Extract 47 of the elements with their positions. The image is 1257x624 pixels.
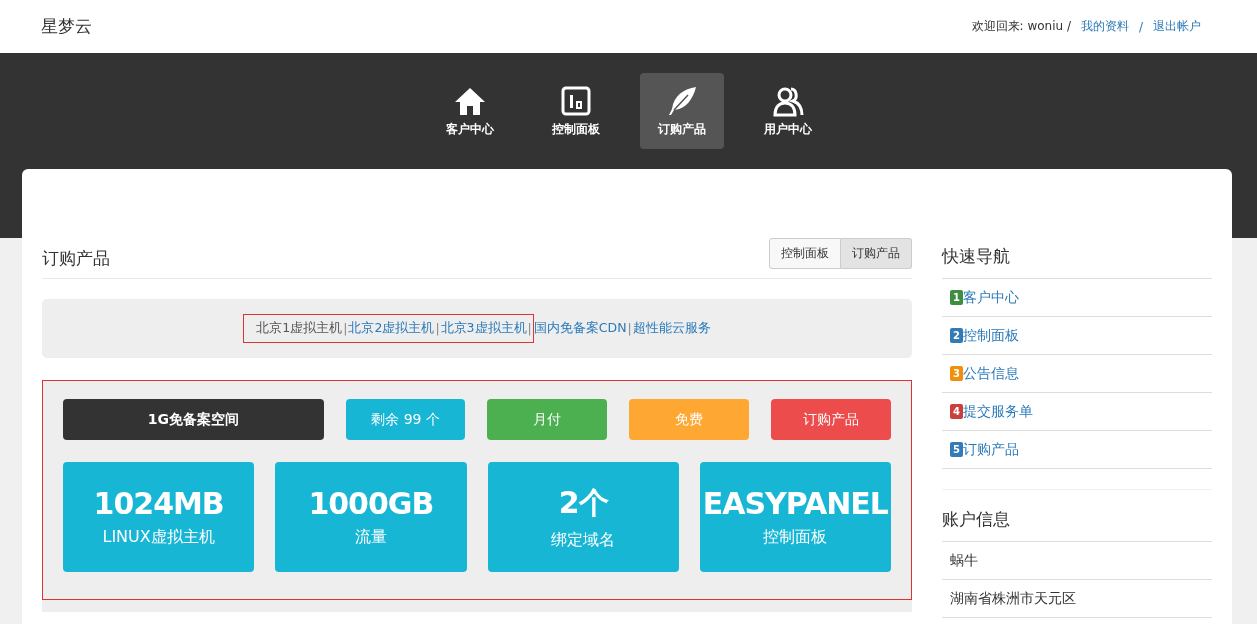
product-tag[interactable]: 1G免备案空间 (63, 399, 324, 440)
nav-tab[interactable]: 客户中心 (427, 73, 512, 149)
separator-text: | (343, 321, 348, 336)
segment-button[interactable]: 订购产品 (841, 238, 912, 269)
account-info-text: 蜗牛 (950, 551, 978, 570)
tile-value: 2个 (558, 484, 608, 522)
sidebar-title: 账户信息 (942, 500, 1212, 542)
welcome-text: 欢迎回来: woniu / (971, 18, 1071, 35)
nav-tab[interactable]: 订购产品 (639, 73, 724, 149)
tile-label: 流量 (354, 527, 387, 548)
quick-nav-link[interactable]: 提交服务单 (963, 402, 1033, 421)
nav-tab[interactable]: 控制面板 (533, 73, 618, 149)
separator-text: | (527, 321, 532, 336)
separator-text: / (1138, 19, 1143, 34)
nav-tab[interactable]: 用户中心 (745, 73, 830, 149)
separator-text: | (435, 321, 440, 336)
tile-value: 1000GB (308, 486, 434, 521)
number-badge: 1 (950, 290, 963, 305)
product-tag[interactable]: 订购产品 (771, 399, 891, 440)
account-info-text: 湖南省株洲市天元区 (950, 589, 1076, 608)
tile-value: EASYPANEL (702, 486, 888, 521)
number-badge: 2 (950, 328, 963, 343)
product-link[interactable]: 北京1虚拟主机 (256, 320, 343, 337)
quick-nav-link[interactable]: 订购产品 (963, 440, 1019, 459)
quick-nav-link[interactable]: 控制面板 (963, 326, 1019, 345)
product-link[interactable]: 北京2虚拟主机 (348, 320, 435, 337)
number-badge: 4 (950, 404, 963, 419)
account-link[interactable]: 我的资料 (1080, 18, 1129, 35)
account-link[interactable]: 退出帐户 (1153, 18, 1201, 35)
segment-button[interactable]: 控制面板 (769, 238, 841, 269)
number-badge: 5 (950, 442, 963, 457)
number-badge: 3 (950, 366, 963, 381)
quick-nav-link[interactable]: 公告信息 (963, 364, 1019, 383)
product-link[interactable]: 北京3虚拟主机 (440, 320, 527, 337)
tile-value: 1024MB (93, 486, 224, 521)
product-link[interactable]: 超性能云服务 (632, 320, 711, 337)
product-link[interactable]: 国内免备案CDN (533, 320, 627, 337)
tile-label: 控制面板 (763, 527, 828, 548)
section-title: 订购产品 (42, 247, 110, 270)
tile-label: 绑定域名 (551, 530, 616, 551)
quick-nav-link[interactable]: 客户中心 (963, 288, 1019, 307)
sidebar-title: 快速导航 (942, 237, 1212, 279)
product-tag[interactable]: 月付 (487, 399, 608, 440)
site-brand[interactable]: 星梦云 (41, 15, 92, 38)
separator-text: | (627, 321, 632, 336)
tile-label: LINUX虚拟主机 (102, 527, 215, 548)
panel-icon (559, 84, 592, 117)
